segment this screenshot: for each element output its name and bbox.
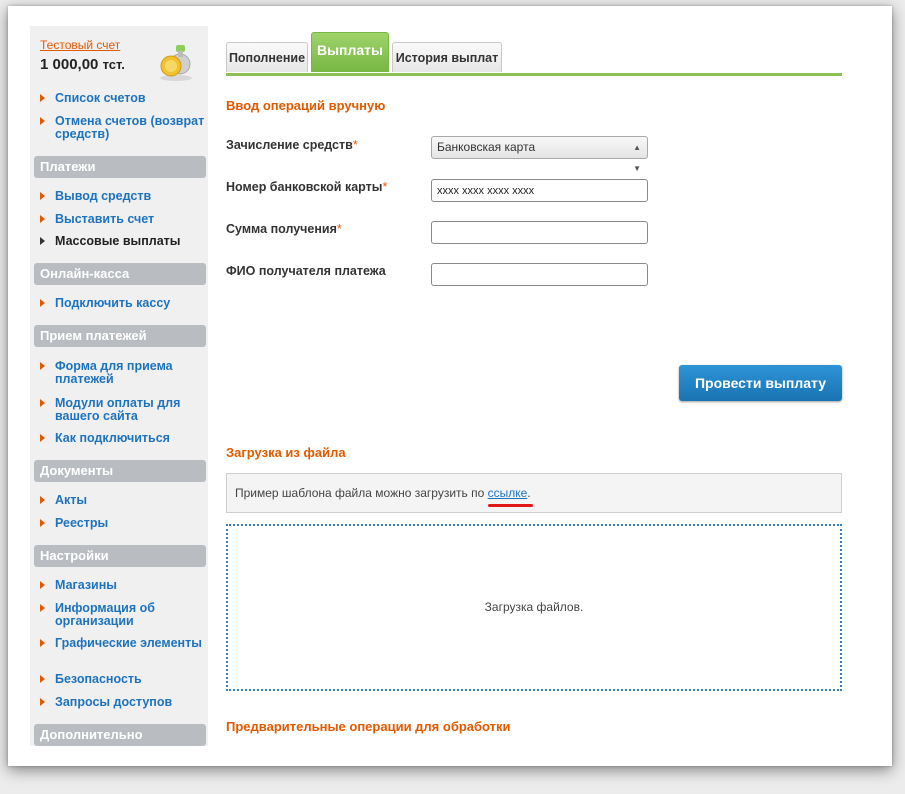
amount-input[interactable] [431,221,648,244]
arrow-icon [40,581,45,589]
section-header-online-cashbox: Онлайн-касса [34,263,206,285]
tab-underline [226,73,842,76]
sidebar-item-cancel-invoices[interactable]: Отмена счетов (возврат средств) [40,115,208,141]
sidebar-item-label: Как подключиться [55,431,170,445]
sidebar-item-registries[interactable]: Реестры [40,517,208,530]
page-frame: Тестовый счет 1 000,00 тст. Список счето… [8,6,892,766]
required-mark: * [352,138,358,152]
arrow-icon [40,299,45,307]
account-summary: Тестовый счет 1 000,00 тст. [40,38,200,81]
manual-entry-title: Ввод операций вручную [226,98,386,113]
sidebar-item-payment-modules[interactable]: Модули оплаты для вашего сайта [40,397,208,423]
sidebar-item-label: Подключить кассу [55,296,171,310]
template-download-link[interactable]: ссылке [488,486,528,500]
sidebar-item-graphic-elements[interactable]: Графические элементы [40,637,208,650]
arrow-icon [40,496,45,504]
card-number-input[interactable] [431,179,648,202]
select-value: Банковская карта [437,140,536,154]
section-header-settings: Настройки [34,545,206,567]
sidebar-item-access-requests[interactable]: Запросы доступов [40,696,208,709]
pending-operations-title: Предварительные операции для обработки [226,719,511,734]
section-header-payments: Платежи [34,156,206,178]
sidebar-item-label: Реестры [55,516,109,530]
arrow-icon [40,698,45,706]
balance-currency: тст. [102,57,125,72]
field-label-text: Сумма получения [226,222,337,236]
field-label-credit-method: Зачисление средств* [226,138,358,152]
section-header-accept-payments: Прием платежей [34,325,206,347]
arrow-icon [40,237,45,245]
field-label-amount: Сумма получения* [226,222,342,236]
tab-bar: Пополнение Выплаты История выплат [226,30,842,76]
template-hint: Пример шаблона файла можно загрузить по … [226,473,842,513]
section-header-documents: Документы [34,460,206,482]
sidebar-item-label: Вывод средств [55,189,152,203]
required-mark: * [382,180,388,194]
sidebar-item-label: Модули оплаты для вашего сайта [55,396,181,423]
field-label-card-number: Номер банковской карты* [226,180,387,194]
select-arrows-icon: ▲ ▼ [633,143,641,173]
submit-payout-button[interactable]: Провести выплату [679,365,842,401]
tab-payouts[interactable]: Выплаты [311,32,389,72]
sidebar-item-shops[interactable]: Магазины [40,579,208,592]
field-label-recipient-name: ФИО получателя платежа [226,264,386,278]
arrow-icon [40,192,45,200]
tab-payout-history[interactable]: История выплат [392,42,502,72]
recipient-name-input[interactable] [431,263,648,286]
field-label-text: Зачисление средств [226,138,353,152]
hint-period: . [527,486,531,500]
arrow-icon [40,519,45,527]
sidebar-item-connect-cashbox[interactable]: Подключить кассу [40,297,208,310]
sidebar-item-label: Список счетов [55,91,146,105]
sidebar-item-how-to-connect[interactable]: Как подключиться [40,432,208,445]
coins-icon [160,45,192,81]
file-drop-zone[interactable]: Загрузка файлов. [226,524,842,691]
account-link[interactable]: Тестовый счет [40,38,120,52]
required-mark: * [336,222,342,236]
sidebar-item-security[interactable]: Безопасность [40,673,208,686]
section-header-additional[interactable]: Дополнительно [34,724,206,746]
sidebar-item-label: Отмена счетов (возврат средств) [55,114,205,141]
sidebar-item-label: Акты [55,493,88,507]
field-label-text: Номер банковской карты [226,180,383,194]
arrow-icon [40,675,45,683]
sidebar-item-label: Выставить счет [55,212,155,226]
sidebar-item-label: Информация об организации [55,601,155,628]
sidebar-item-withdraw[interactable]: Вывод средств [40,190,208,203]
upload-title: Загрузка из файла [226,445,346,460]
arrow-icon [40,215,45,223]
arrow-icon [40,639,45,647]
tab-deposit[interactable]: Пополнение [226,42,308,72]
balance-amount: 1 000,00 [40,56,99,73]
link-highlight-mark [488,504,533,507]
credit-method-select[interactable]: Банковская карта ▲ ▼ [431,136,648,173]
arrow-icon [40,604,45,612]
sidebar-item-acts[interactable]: Акты [40,494,208,507]
sidebar-item-label: Форма для приема платежей [55,359,173,386]
arrow-icon [40,434,45,442]
hint-text: Пример шаблона файла можно загрузить по [235,486,488,500]
sidebar-item-label: Магазины [55,578,117,592]
sidebar-item-issue-invoice[interactable]: Выставить счет [40,213,208,226]
sidebar-item-organization-info[interactable]: Информация об организации [40,602,208,628]
sidebar-item-label: Безопасность [55,672,142,686]
arrow-icon [40,94,45,102]
sidebar-item-mass-payouts[interactable]: Массовые выплаты [40,235,208,248]
arrow-icon [40,117,45,125]
arrow-icon [40,362,45,370]
sidebar-item-label: Запросы доступов [55,695,173,709]
account-balance: 1 000,00 тст. [40,56,125,73]
sidebar: Тестовый счет 1 000,00 тст. Список счето… [30,26,208,746]
field-label-text: ФИО получателя платежа [226,264,386,278]
sidebar-item-label: Массовые выплаты [55,234,181,248]
sidebar-item-payment-form[interactable]: Форма для приема платежей [40,360,208,386]
sidebar-item-accounts-list[interactable]: Список счетов [40,92,208,105]
sidebar-item-label: Графические элементы [55,636,202,650]
arrow-icon [40,399,45,407]
drop-zone-text: Загрузка файлов. [484,600,584,614]
